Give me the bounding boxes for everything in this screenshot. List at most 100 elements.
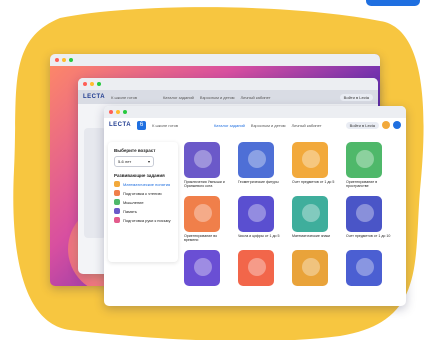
task-card-image — [346, 142, 382, 178]
card-illustration — [248, 204, 266, 222]
logo[interactable]: LECTA — [83, 94, 105, 100]
sidebar-item-math[interactable]: Математические понятия — [114, 181, 172, 187]
age-select[interactable]: 5-6 лет ▾ — [114, 156, 154, 167]
task-card-label: Математические знаки — [292, 234, 331, 238]
nav-cabinet[interactable]: Личный кабинет — [240, 95, 270, 100]
sidebar-item-label: Мышление — [123, 199, 144, 205]
maximize-dot-icon[interactable] — [123, 110, 127, 114]
sidebar-item-label: Память — [123, 208, 137, 214]
task-card-grid: Приключения Умныши и Оранжевого кота Гео… — [184, 142, 400, 300]
top-cta-button[interactable] — [366, 0, 420, 6]
login-button[interactable]: Войти в Lecta — [339, 93, 373, 101]
sidebar-item-label: Подготовка к чтению — [123, 190, 162, 196]
nav-parents[interactable]: Взрослым и детям — [251, 123, 286, 128]
task-card-label — [184, 288, 232, 300]
task-card[interactable]: Приключения Умныши и Оранжевого кота — [184, 142, 232, 192]
minimize-dot-icon[interactable] — [116, 110, 120, 114]
skills-title: Развивающие задания — [114, 173, 165, 178]
close-dot-icon[interactable] — [55, 58, 59, 62]
math-icon — [114, 181, 120, 187]
reading-icon — [114, 190, 120, 196]
writing-icon — [114, 217, 120, 223]
logo-badge: 6 — [137, 120, 147, 130]
task-card-image — [238, 196, 274, 232]
close-dot-icon[interactable] — [109, 110, 113, 114]
card-illustration — [248, 258, 266, 276]
task-card[interactable]: Ориентирование в пространстве — [346, 142, 394, 192]
task-card-label: Приключения Умныши и Оранжевого кота — [184, 180, 225, 189]
task-card-image — [292, 196, 328, 232]
nav-catalog[interactable]: Каталог заданий — [214, 123, 245, 128]
task-card-label — [346, 288, 394, 300]
nav-parents[interactable]: Взрослым и детям — [200, 95, 235, 100]
task-card[interactable] — [184, 250, 232, 300]
menu-icon[interactable] — [393, 121, 401, 129]
task-card-label: Счет предметов от 1 до 10 — [346, 234, 391, 238]
card-illustration — [194, 150, 212, 168]
nav-cabinet[interactable]: Личный кабинет — [291, 123, 321, 128]
card-illustration — [248, 150, 266, 168]
task-card-image — [346, 196, 382, 232]
back-window-titlebar — [50, 54, 380, 66]
card-illustration — [194, 258, 212, 276]
task-card-label: Геометрические фигуры — [238, 180, 279, 184]
task-card[interactable]: Геометрические фигуры — [238, 142, 286, 192]
middle-nav: LECTA К школе готов Каталог заданий Взро… — [78, 90, 378, 104]
task-card[interactable]: Математические знаки — [292, 196, 340, 246]
memory-icon — [114, 208, 120, 214]
task-card[interactable]: Счет предметов от 1 до 10 — [346, 196, 394, 246]
task-card-image — [184, 196, 220, 232]
filter-sidebar: Выберите возраст 5-6 лет ▾ Развивающие з… — [108, 142, 178, 262]
sidebar-item-thinking[interactable]: Мышление — [114, 199, 172, 205]
task-card-image — [292, 250, 328, 286]
task-card-image — [184, 250, 220, 286]
front-window-titlebar — [104, 106, 406, 118]
task-card[interactable]: Счет предметов от 1 до 5 — [292, 142, 340, 192]
minimize-dot-icon[interactable] — [90, 82, 94, 86]
card-illustration — [356, 258, 374, 276]
middle-window-titlebar — [78, 78, 378, 90]
task-card-label: Ориентирование в пространстве — [346, 180, 378, 189]
card-illustration — [302, 204, 320, 222]
middle-side-panel — [84, 128, 106, 238]
minimize-dot-icon[interactable] — [62, 58, 66, 62]
school-label: К школе готов — [152, 122, 178, 128]
task-card[interactable] — [346, 250, 394, 300]
maximize-dot-icon[interactable] — [69, 58, 73, 62]
task-card[interactable]: Ориентирование во времени — [184, 196, 232, 246]
task-card-image — [238, 250, 274, 286]
task-card-image — [346, 250, 382, 286]
sidebar-item-label: Математические понятия — [123, 181, 171, 187]
chevron-down-icon: ▾ — [147, 159, 150, 164]
sidebar-item-memory[interactable]: Память — [114, 208, 172, 214]
age-title: Выберите возраст — [114, 148, 156, 153]
sidebar-item-label: Подготовка руки к письму — [123, 217, 171, 223]
front-nav: LECTA 6 К школе готов Каталог заданий Вз… — [104, 118, 406, 132]
task-card[interactable] — [238, 250, 286, 300]
avatar[interactable] — [382, 121, 390, 129]
task-card-image — [238, 142, 274, 178]
task-card-label: Числа и цифры от 1 до 5 — [238, 234, 280, 238]
sidebar-item-reading[interactable]: Подготовка к чтению — [114, 190, 172, 196]
maximize-dot-icon[interactable] — [97, 82, 101, 86]
task-card-label — [238, 288, 286, 300]
front-browser-window: LECTA 6 К школе готов Каталог заданий Вз… — [104, 106, 406, 306]
age-select-value: 5-6 лет — [118, 159, 132, 164]
login-button[interactable]: Войти в Lecta — [345, 121, 379, 129]
school-label: К школе готов — [111, 94, 137, 100]
task-card[interactable] — [292, 250, 340, 300]
task-card-label: Счет предметов от 1 до 5 — [292, 180, 335, 184]
card-illustration — [356, 204, 374, 222]
sidebar-item-writing[interactable]: Подготовка руки к письму — [114, 217, 172, 223]
task-card[interactable]: Числа и цифры от 1 до 5 — [238, 196, 286, 246]
thinking-icon — [114, 199, 120, 205]
close-dot-icon[interactable] — [83, 82, 87, 86]
task-card-image — [292, 142, 328, 178]
logo[interactable]: LECTA — [109, 122, 131, 128]
card-illustration — [194, 204, 212, 222]
task-card-image — [184, 142, 220, 178]
nav-catalog[interactable]: Каталог заданий — [163, 95, 194, 100]
card-illustration — [302, 258, 320, 276]
task-card-label — [292, 288, 340, 300]
card-illustration — [356, 150, 374, 168]
